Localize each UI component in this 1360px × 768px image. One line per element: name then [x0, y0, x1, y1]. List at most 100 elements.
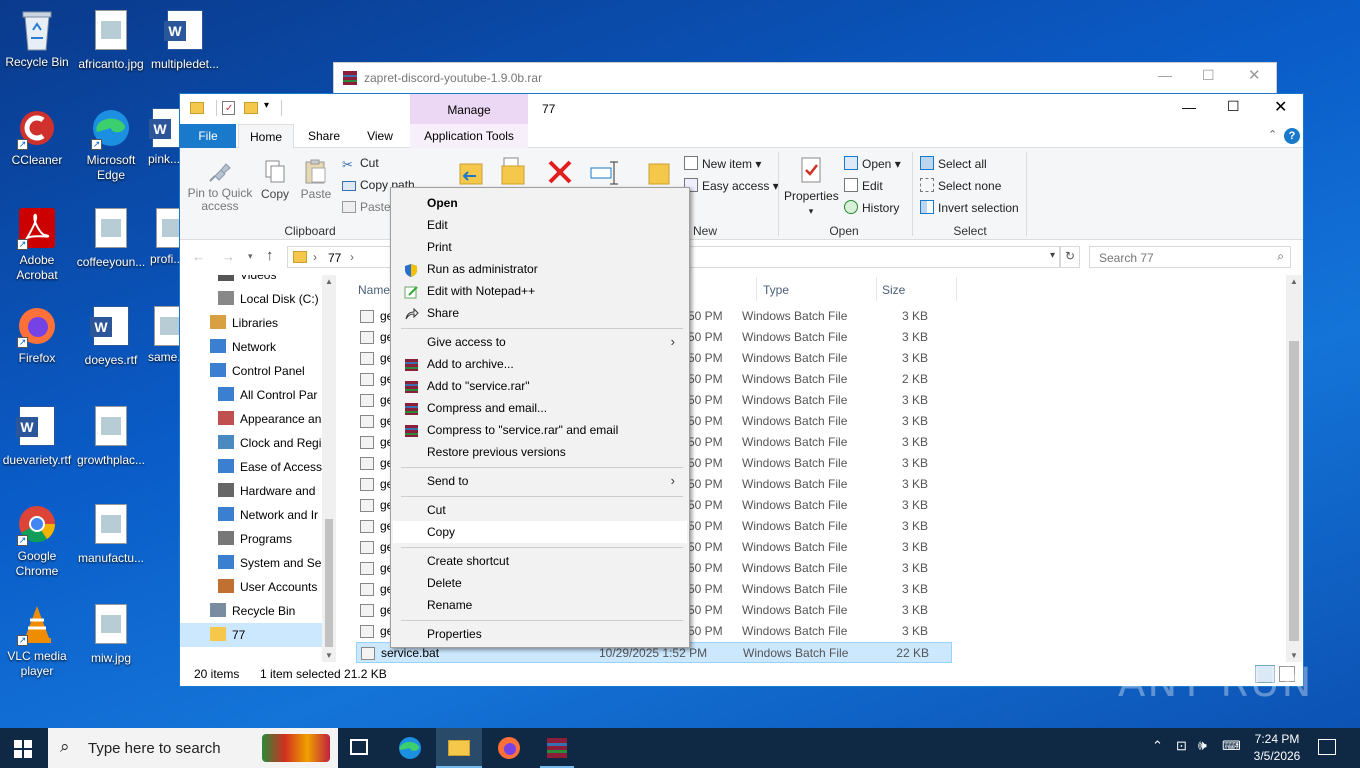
- menu-item-notepadpp[interactable]: Edit with Notepad++: [393, 280, 687, 302]
- tab-view[interactable]: View: [354, 124, 406, 148]
- minimize-button[interactable]: —: [1158, 67, 1172, 83]
- windows-start-icon[interactable]: [14, 740, 32, 758]
- explorer-taskbar-button[interactable]: [436, 728, 482, 768]
- desktop-icon-edge[interactable]: ↗ Microsoft Edge: [74, 106, 148, 183]
- menu-item-create-shortcut[interactable]: Create shortcut: [393, 550, 687, 572]
- select-all-button[interactable]: Select all: [920, 156, 987, 171]
- scroll-thumb[interactable]: [325, 519, 333, 647]
- help-icon[interactable]: ?: [1284, 128, 1300, 144]
- winrar-window[interactable]: zapret-discord-youtube-1.9.0b.rar — ☐ ✕: [333, 62, 1277, 96]
- nav-scrollbar[interactable]: ▲ ▼: [322, 275, 336, 662]
- address-bar-rest[interactable]: ▾: [690, 246, 1060, 268]
- nav-item[interactable]: Local Disk (C:): [180, 287, 322, 311]
- address-bar[interactable]: › 77 ›: [287, 246, 391, 268]
- menu-item-send-to[interactable]: Send to ›: [393, 470, 687, 492]
- nav-item[interactable]: Videos: [180, 275, 322, 287]
- nav-item[interactable]: User Accounts: [180, 575, 322, 599]
- menu-item-compress-email[interactable]: Compress and email...: [393, 397, 687, 419]
- network-icon[interactable]: ⊡: [1176, 738, 1187, 754]
- menu-item-compress-rar-email[interactable]: Compress to "service.rar" and email: [393, 419, 687, 441]
- column-size[interactable]: Size: [882, 283, 905, 297]
- column-divider[interactable]: [876, 277, 877, 301]
- recent-locations-icon[interactable]: ▾: [248, 251, 253, 262]
- desktop-icon-acrobat[interactable]: ↗ Adobe Acrobat: [0, 206, 74, 283]
- edge-taskbar-icon[interactable]: [398, 736, 422, 760]
- desktop-icon-profi[interactable]: profi...: [150, 206, 180, 267]
- open-button[interactable]: Open ▾: [844, 156, 901, 171]
- menu-item-copy[interactable]: Copy: [393, 521, 687, 543]
- scroll-thumb[interactable]: [1289, 341, 1299, 641]
- context-menu[interactable]: Open Edit Print Run as administrator Edi…: [390, 187, 690, 648]
- breadcrumb-77[interactable]: 77: [328, 251, 341, 265]
- menu-item-rename[interactable]: Rename: [393, 594, 687, 616]
- delete-icon[interactable]: [546, 158, 574, 186]
- desktop-icon-doeyes[interactable]: W doeyes.rtf: [74, 304, 148, 368]
- nav-item[interactable]: Network: [180, 335, 322, 359]
- history-button[interactable]: History: [844, 200, 899, 215]
- desktop-icon-miw[interactable]: miw.jpg: [74, 602, 148, 666]
- nav-item[interactable]: Clock and Regi: [180, 431, 322, 455]
- menu-item-cut[interactable]: Cut: [393, 499, 687, 521]
- menu-item-restore-versions[interactable]: Restore previous versions: [393, 441, 687, 463]
- close-button[interactable]: ✕: [1274, 97, 1287, 117]
- desktop-icon-firefox[interactable]: ↗ Firefox: [0, 304, 74, 366]
- new-folder-icon[interactable]: [646, 158, 672, 188]
- column-divider[interactable]: [756, 277, 757, 301]
- tab-application-tools[interactable]: Application Tools: [410, 124, 528, 148]
- taskbar-search-box[interactable]: ⌕ Type here to search: [48, 728, 338, 768]
- properties-qa-icon[interactable]: ✓: [222, 101, 235, 115]
- menu-item-open[interactable]: Open: [393, 192, 687, 214]
- nav-item[interactable]: Appearance an: [180, 407, 322, 431]
- desktop-icon-multipledet[interactable]: W multipledet...: [148, 8, 222, 72]
- new-item-button[interactable]: New item ▾: [684, 156, 761, 171]
- menu-item-add-service-rar[interactable]: Add to "service.rar": [393, 375, 687, 397]
- menu-item-delete[interactable]: Delete: [393, 572, 687, 594]
- properties-button[interactable]: Properties ▾: [784, 156, 839, 217]
- desktop-icon-same[interactable]: same...: [148, 304, 180, 365]
- menu-item-print[interactable]: Print: [393, 236, 687, 258]
- search-box[interactable]: Search 77 ⌕: [1089, 246, 1291, 268]
- volume-icon[interactable]: 🕪: [1198, 737, 1207, 754]
- back-button[interactable]: ←: [192, 249, 205, 264]
- manage-context-tab[interactable]: Manage: [410, 94, 528, 124]
- firefox-taskbar-icon[interactable]: [497, 736, 521, 760]
- scroll-down-icon[interactable]: ▼: [1290, 651, 1298, 660]
- menu-item-run-as-admin[interactable]: Run as administrator: [393, 258, 687, 280]
- menu-item-properties[interactable]: Properties: [393, 623, 687, 645]
- nav-item[interactable]: All Control Par: [180, 383, 322, 407]
- invert-selection-button[interactable]: Invert selection: [920, 200, 1019, 215]
- menu-item-share[interactable]: Share: [393, 302, 687, 324]
- nav-item[interactable]: Programs: [180, 527, 322, 551]
- nav-item[interactable]: Control Panel: [180, 359, 322, 383]
- tab-share[interactable]: Share: [298, 124, 350, 148]
- nav-item[interactable]: Ease of Access: [180, 455, 322, 479]
- nav-item[interactable]: Network and Ir: [180, 503, 322, 527]
- refresh-button[interactable]: ↻: [1060, 246, 1080, 268]
- rename-icon[interactable]: [588, 158, 620, 186]
- desktop-icon-duevariety[interactable]: W duevariety.rtf: [0, 404, 74, 468]
- pin-quick-access-button[interactable]: Pin to Quick access: [186, 158, 254, 213]
- collapse-ribbon-icon[interactable]: ⌃: [1268, 128, 1277, 141]
- column-name[interactable]: Name: [358, 283, 390, 297]
- tab-home[interactable]: Home: [238, 124, 294, 149]
- nav-item[interactable]: Hardware and: [180, 479, 322, 503]
- tab-file[interactable]: File: [180, 124, 236, 148]
- nav-item[interactable]: System and Se: [180, 551, 322, 575]
- copy-button[interactable]: Copy: [258, 158, 292, 201]
- scroll-up-icon[interactable]: ▲: [1290, 277, 1298, 286]
- task-view-icon[interactable]: [350, 739, 368, 755]
- maximize-button[interactable]: ☐: [1227, 98, 1240, 115]
- desktop-icon-pink[interactable]: W pink...: [148, 106, 180, 167]
- move-to-icon[interactable]: [456, 156, 488, 188]
- winrar-taskbar-icon[interactable]: [545, 736, 569, 760]
- new-folder-qa-icon[interactable]: [244, 102, 258, 114]
- column-divider[interactable]: [956, 277, 957, 301]
- search-highlight-gifts-icon[interactable]: [262, 734, 330, 762]
- desktop-icon-africanto[interactable]: africanto.jpg: [74, 8, 148, 72]
- edit-button[interactable]: Edit: [844, 178, 883, 193]
- close-button[interactable]: ✕: [1248, 66, 1261, 84]
- desktop-icon-chrome[interactable]: ↗ Google Chrome: [0, 502, 74, 579]
- column-type[interactable]: Type: [763, 283, 789, 297]
- qa-dropdown-icon[interactable]: ▾: [264, 100, 269, 111]
- show-hidden-icons-icon[interactable]: ⌃: [1152, 738, 1163, 754]
